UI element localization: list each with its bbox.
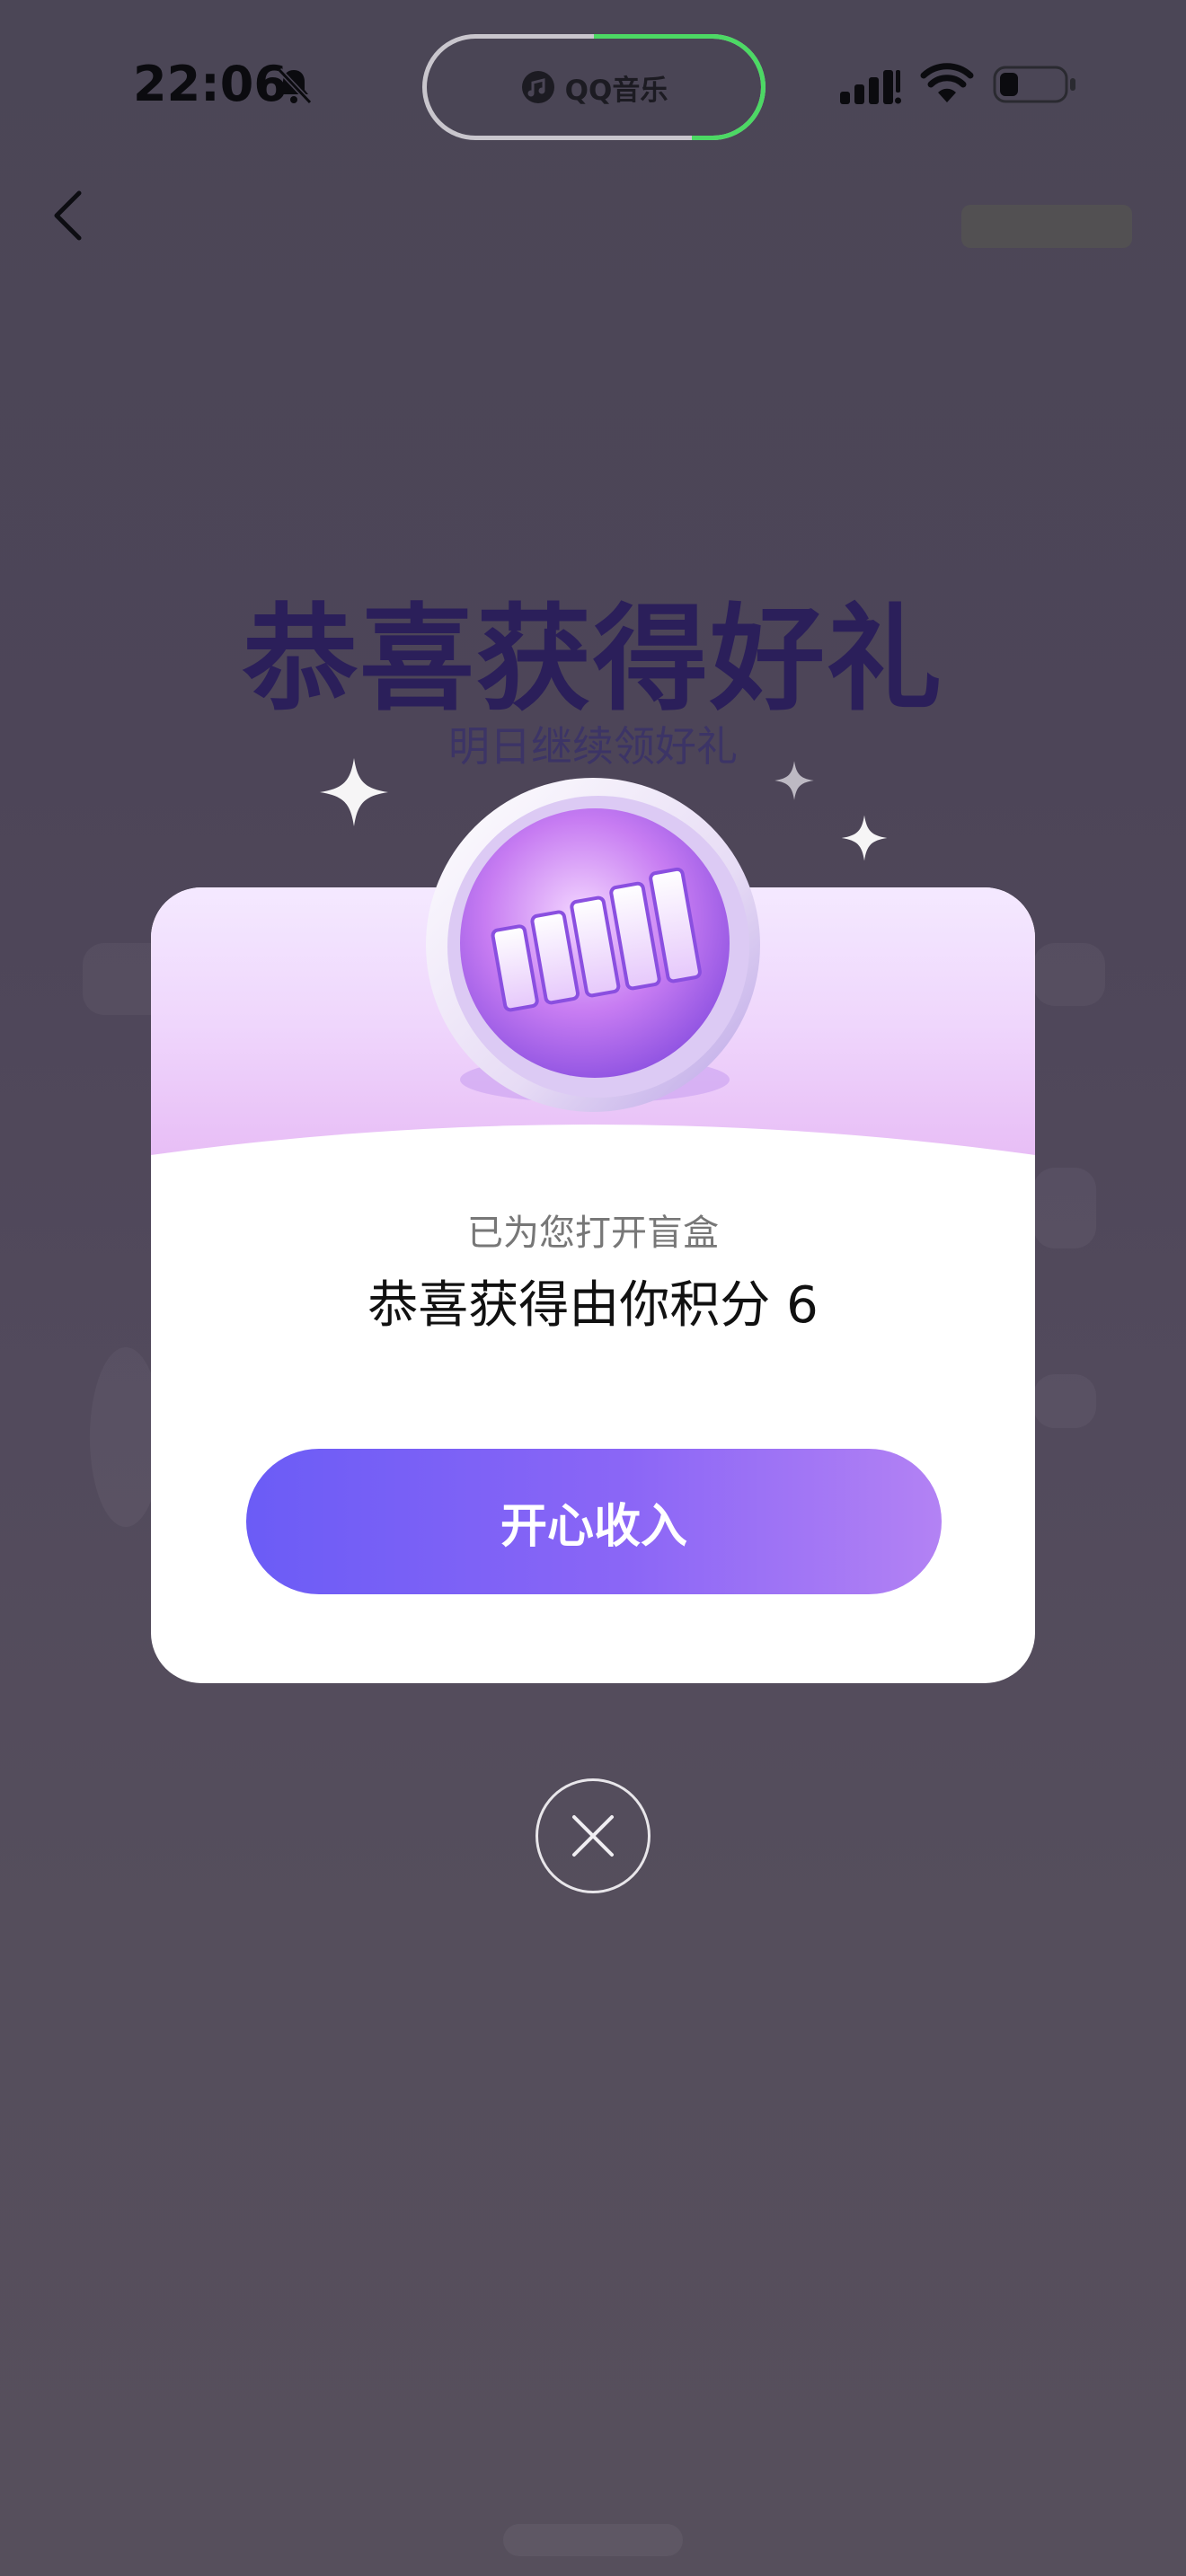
qq-music-logo-icon [521, 71, 554, 103]
bottom-faded-text [503, 2524, 683, 2556]
island-app-name: QQ音乐 [564, 74, 668, 107]
background-card [1033, 1374, 1096, 1428]
points-coin-icon [426, 778, 760, 1112]
status-time: 22:06 [133, 56, 288, 112]
background-card [1033, 943, 1105, 1006]
background-subtitle: 明日继续领好礼 [448, 722, 738, 771]
close-button[interactable] [535, 1778, 651, 1893]
close-icon [572, 1815, 614, 1857]
background-title: 恭喜获得好礼 [242, 593, 943, 727]
wifi-icon [920, 63, 974, 102]
sparkle-icon [320, 758, 388, 826]
top-right-faded-button [961, 205, 1132, 248]
cellular-signal-icon [840, 70, 901, 104]
background-card [1033, 1168, 1096, 1248]
back-chevron-icon[interactable] [43, 184, 97, 247]
bell-slash-icon [277, 67, 313, 105]
island-content: QQ音乐 [422, 34, 766, 140]
accept-button[interactable]: 开心收入 [246, 1449, 942, 1594]
sparkle-icon [841, 815, 888, 861]
battery-icon [993, 66, 1075, 103]
sparkle-icon [774, 761, 814, 800]
modal-kicker-text: 已为您打开盲盒 [467, 1213, 719, 1254]
reward-text: 恭喜获得由你积分 6 [367, 1276, 819, 1335]
